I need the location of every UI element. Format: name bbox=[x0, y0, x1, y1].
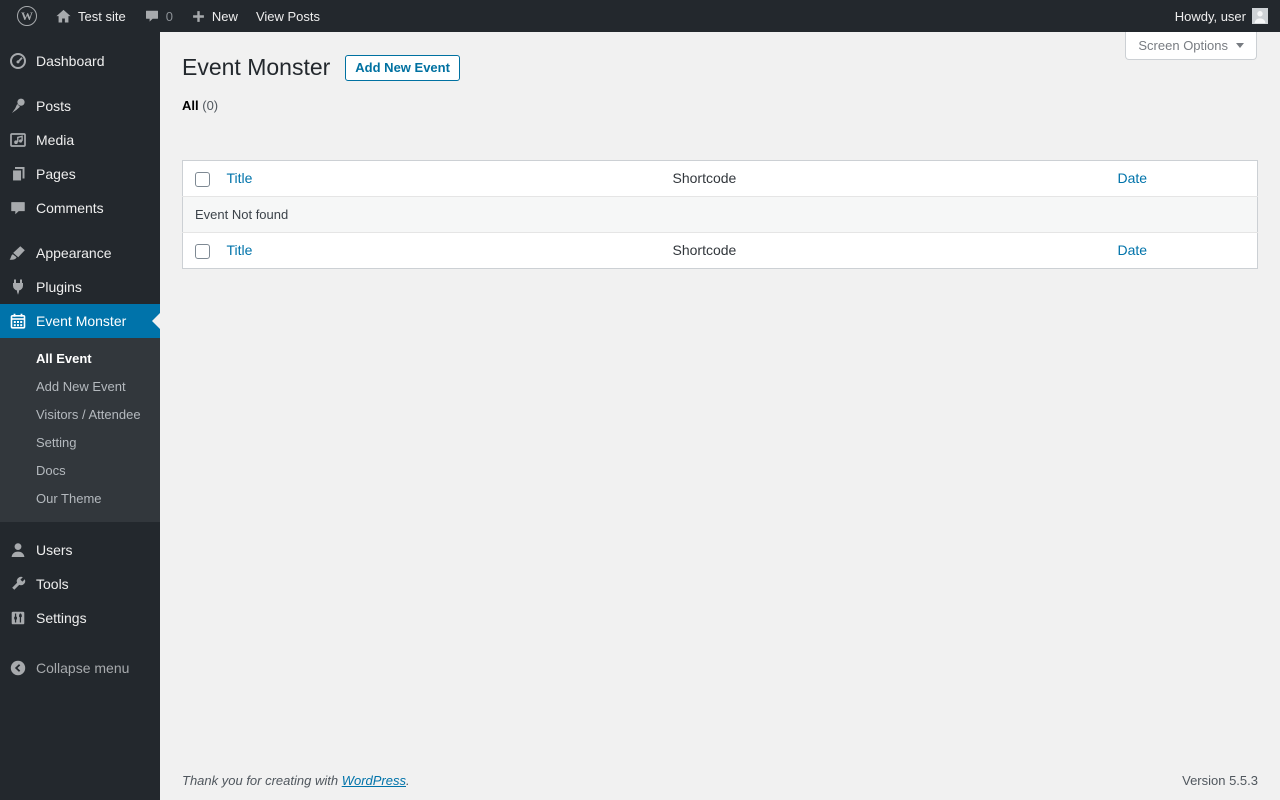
comment-bubble-icon bbox=[144, 8, 160, 24]
menu-separator bbox=[0, 78, 160, 89]
sidebar-item-label: Appearance bbox=[36, 245, 112, 261]
collapse-menu-label: Collapse menu bbox=[36, 660, 130, 676]
sidebar-item-label: Event Monster bbox=[36, 313, 127, 329]
add-new-event-button[interactable]: Add New Event bbox=[345, 54, 460, 81]
submenu-item-docs[interactable]: Docs bbox=[0, 457, 160, 485]
sidebar-item-label: Tools bbox=[36, 576, 69, 592]
site-name-menu[interactable]: Test site bbox=[46, 0, 135, 32]
submenu-item-all-event[interactable]: All Event bbox=[0, 345, 160, 373]
sidebar-item-users[interactable]: Users bbox=[0, 533, 160, 567]
settings-sliders-icon bbox=[8, 608, 28, 628]
wordpress-logo-icon: W bbox=[17, 6, 37, 26]
empty-message: Event Not found bbox=[182, 196, 1258, 233]
empty-row: Event Not found bbox=[182, 196, 1258, 233]
avatar bbox=[1252, 8, 1268, 24]
filter-all-link[interactable]: All (0) bbox=[182, 98, 218, 113]
page-title: Event Monster bbox=[182, 54, 331, 80]
column-date-link[interactable]: Date bbox=[1118, 170, 1148, 186]
sidebar-item-label: Media bbox=[36, 132, 75, 148]
filter-all-label: All bbox=[182, 98, 199, 113]
dashboard-gauge-icon bbox=[8, 51, 28, 71]
howdy-label: Howdy, user bbox=[1174, 8, 1246, 24]
sidebar-item-dashboard[interactable]: Dashboard bbox=[0, 44, 160, 78]
sidebar-item-appearance[interactable]: Appearance bbox=[0, 236, 160, 270]
submenu-item-add-new-event[interactable]: Add New Event bbox=[0, 373, 160, 401]
comment-count: 0 bbox=[165, 8, 173, 24]
plus-icon bbox=[191, 9, 206, 24]
users-icon bbox=[8, 540, 28, 560]
sidebar-item-label: Comments bbox=[36, 200, 104, 216]
select-all-checkbox-bottom[interactable] bbox=[195, 243, 210, 259]
sidebar-item-settings[interactable]: Settings bbox=[0, 601, 160, 635]
wp-logo-menu[interactable]: W bbox=[8, 0, 46, 32]
table-header-row: Title Shortcode Date bbox=[182, 160, 1258, 197]
sidebar-item-label: Settings bbox=[36, 610, 87, 626]
sidebar-item-tools[interactable]: Tools bbox=[0, 567, 160, 601]
comments-icon bbox=[8, 198, 28, 218]
footer-version: Version 5.5.3 bbox=[1182, 773, 1258, 788]
view-posts-menu[interactable]: View Posts bbox=[247, 0, 329, 32]
content-area: Screen Options Event Monster Add New Eve… bbox=[160, 32, 1280, 800]
column-title-link-bottom[interactable]: Title bbox=[227, 242, 253, 258]
column-title-link[interactable]: Title bbox=[227, 170, 253, 186]
admin-bar: W Test site 0 New View Posts Howdy, user bbox=[0, 0, 1280, 32]
sidebar-item-plugins[interactable]: Plugins bbox=[0, 270, 160, 304]
admin-footer: Thank you for creating with WordPress. V… bbox=[182, 773, 1258, 788]
footer-thanks-text: Thank you for creating with WordPress. bbox=[182, 773, 410, 788]
collapse-arrow-icon bbox=[8, 658, 28, 678]
sidebar-item-media[interactable]: Media bbox=[0, 123, 160, 157]
comments-menu[interactable]: 0 bbox=[135, 0, 182, 32]
sidebar-item-posts[interactable]: Posts bbox=[0, 89, 160, 123]
select-all-checkbox[interactable] bbox=[195, 171, 210, 187]
screen-options-toggle[interactable]: Screen Options bbox=[1125, 32, 1257, 60]
screen-options-label: Screen Options bbox=[1138, 38, 1228, 53]
sidebar-item-label: Pages bbox=[36, 166, 76, 182]
appearance-brush-icon bbox=[8, 243, 28, 263]
filter-all-count: (0) bbox=[202, 98, 219, 113]
collapse-menu-button[interactable]: Collapse menu bbox=[0, 651, 160, 685]
event-monster-submenu: All Event Add New Event Visitors / Atten… bbox=[0, 338, 160, 522]
sidebar-item-label: Posts bbox=[36, 98, 72, 114]
column-shortcode-footer: Shortcode bbox=[672, 242, 737, 258]
sidebar-item-label: Dashboard bbox=[36, 53, 105, 69]
footer-thanks-suffix: . bbox=[406, 773, 410, 788]
calendar-icon bbox=[8, 311, 28, 331]
pages-icon bbox=[8, 164, 28, 184]
pushpin-icon bbox=[8, 96, 28, 116]
menu-separator bbox=[0, 522, 160, 533]
footer-thanks-prefix: Thank you for creating with bbox=[182, 773, 342, 788]
column-shortcode-header: Shortcode bbox=[662, 160, 1108, 197]
plugin-icon bbox=[8, 277, 28, 297]
new-content-menu[interactable]: New bbox=[182, 0, 247, 32]
my-account-menu[interactable]: Howdy, user bbox=[1166, 0, 1268, 32]
admin-menu: Dashboard Posts Media Pages Comments App… bbox=[0, 32, 160, 800]
sidebar-item-event-monster[interactable]: Event Monster bbox=[0, 304, 160, 338]
sidebar-item-label: Plugins bbox=[36, 279, 82, 295]
submenu-item-our-theme[interactable]: Our Theme bbox=[0, 485, 160, 513]
filter-links: All (0) bbox=[182, 98, 1258, 113]
table-footer-row: Title Shortcode Date bbox=[183, 233, 1258, 269]
submenu-item-visitors-attendee[interactable]: Visitors / Attendee bbox=[0, 401, 160, 429]
media-icon bbox=[8, 130, 28, 150]
sidebar-item-pages[interactable]: Pages bbox=[0, 157, 160, 191]
new-label: New bbox=[211, 8, 238, 24]
submenu-item-setting[interactable]: Setting bbox=[0, 429, 160, 457]
menu-separator bbox=[0, 225, 160, 236]
wrench-icon bbox=[8, 574, 28, 594]
sidebar-item-comments[interactable]: Comments bbox=[0, 191, 160, 225]
wordpress-link[interactable]: WordPress bbox=[342, 773, 406, 788]
events-table: Title Shortcode Date Event Not found Tit… bbox=[182, 160, 1258, 269]
chevron-down-icon bbox=[1236, 43, 1244, 52]
column-date-link-bottom[interactable]: Date bbox=[1118, 242, 1148, 258]
site-name-label: Test site bbox=[78, 8, 126, 24]
sidebar-item-label: Users bbox=[36, 542, 73, 558]
home-icon bbox=[55, 8, 72, 25]
view-posts-label: View Posts bbox=[255, 8, 321, 24]
